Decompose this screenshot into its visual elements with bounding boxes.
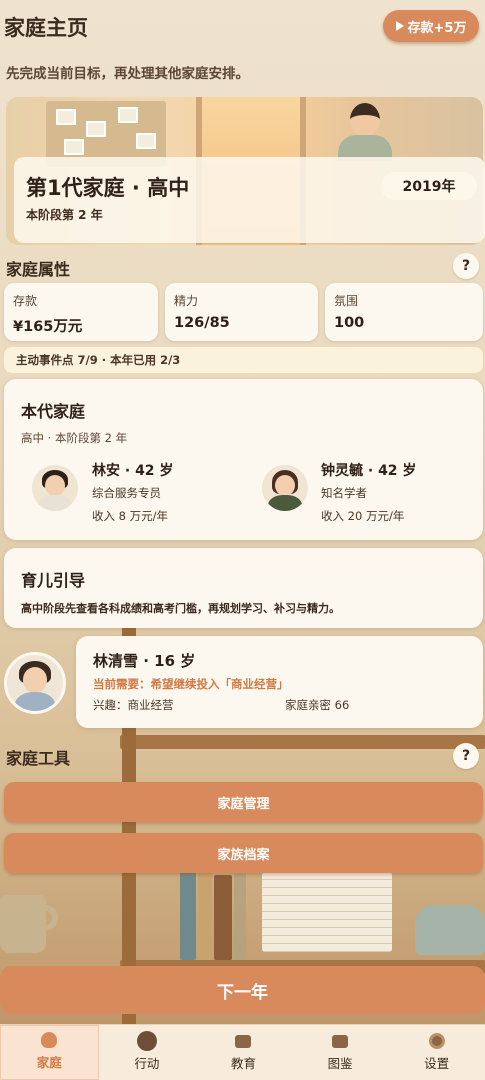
nav-item-settings[interactable]: 设置 [388, 1025, 485, 1080]
stat-value: 126/85 [174, 315, 230, 331]
stat-label: 存款 [13, 294, 38, 308]
generation-title: 第1代家庭 · 高中 [26, 176, 190, 200]
bottom-nav: 家庭 行动 教育 图鉴 设置 [0, 1024, 485, 1080]
settings-icon [428, 1033, 445, 1049]
nav-label: 设置 [424, 1056, 450, 1071]
collection-icon [332, 1035, 349, 1048]
attributes-title: 家庭属性 [6, 260, 71, 279]
year-badge: 2019年 [381, 172, 477, 200]
stat-value: 100 [334, 315, 365, 331]
stat-atmosphere: 氛围 100 [325, 283, 483, 341]
home-screen: 家庭主页 存款+5万 先完成当前目标，再处理其他家庭安排。 第1代家庭 · 高中… [0, 0, 485, 1080]
family-archive-button[interactable]: 家族档案 [4, 833, 483, 873]
mother-avatar[interactable] [262, 465, 308, 511]
current-family-card[interactable]: 本代家庭 高中 · 本阶段第 2 年 林安 · 42 岁 综合服务专员 收入 8… [4, 379, 483, 540]
member-job: 综合服务专员 [92, 486, 161, 500]
nav-label: 行动 [134, 1056, 160, 1071]
stat-label: 精力 [174, 294, 199, 308]
stat-savings: 存款 ¥165万元 [4, 283, 158, 341]
current-family-stage: 高中 · 本阶段第 2 年 [21, 431, 128, 445]
current-family-title: 本代家庭 [21, 402, 86, 421]
next-year-button[interactable]: 下一年 [0, 966, 485, 1014]
father-illustration [336, 103, 394, 161]
play-icon [395, 21, 404, 31]
nav-item-education[interactable]: 教育 [195, 1025, 292, 1080]
nav-label: 教育 [230, 1056, 256, 1071]
guide-title: 育儿引导 [21, 571, 86, 590]
tools-help-button[interactable]: ? [453, 743, 479, 769]
member-name: 钟灵毓 · 42 岁 [321, 463, 417, 479]
child-card[interactable]: 林清雪 · 16 岁 当前需要：希望继续投入「商业经营」 兴趣：商业经营 家庭亲… [76, 636, 483, 728]
action-icon [136, 1031, 157, 1051]
child-need: 当前需要：希望继续投入「商业经营」 [93, 677, 289, 691]
nav-label: 家庭 [36, 1055, 62, 1070]
stat-value: ¥165万元 [13, 319, 83, 335]
member-income: 收入 20 万元/年 [321, 509, 405, 523]
nav-item-home[interactable]: 家庭 [0, 1025, 99, 1080]
child-intimacy: 家庭亲密 66 [285, 698, 350, 712]
page-subtitle: 先完成当前目标，再处理其他家庭安排。 [6, 66, 249, 82]
child-avatar[interactable] [4, 652, 66, 714]
bonus-savings-label: 存款+5万 [407, 20, 467, 36]
child-name: 林清雪 · 16 岁 [93, 652, 196, 670]
stat-energy: 精力 126/85 [165, 283, 318, 341]
tools-title: 家庭工具 [6, 749, 71, 768]
father-avatar[interactable] [32, 465, 78, 511]
event-points-bar: 主动事件点 7/9 · 本年已用 2/3 [4, 347, 483, 373]
nav-item-action[interactable]: 行动 [99, 1025, 196, 1080]
page-title: 家庭主页 [4, 16, 88, 40]
stat-label: 氛围 [334, 294, 359, 308]
family-management-button[interactable]: 家庭管理 [4, 782, 483, 822]
education-icon [235, 1035, 252, 1048]
nav-item-collection[interactable]: 图鉴 [292, 1025, 389, 1080]
child-interest: 兴趣：商业经营 [93, 698, 174, 712]
parenting-guide-card: 育儿引导 高中阶段先查看各科成绩和高考门槛，再规划学习、补习与精力。 [4, 548, 483, 628]
member-income: 收入 8 万元/年 [92, 509, 169, 523]
attributes-help-button[interactable]: ? [453, 253, 479, 279]
generation-stage: 本阶段第 2 年 [26, 208, 103, 222]
bonus-savings-button[interactable]: 存款+5万 [383, 10, 479, 42]
member-name: 林安 · 42 岁 [92, 463, 174, 479]
member-job: 知名学者 [321, 486, 367, 500]
nav-label: 图鉴 [327, 1056, 353, 1071]
home-icon [41, 1032, 58, 1048]
guide-text: 高中阶段先查看各科成绩和高考门槛，再规划学习、补习与精力。 [21, 602, 340, 615]
